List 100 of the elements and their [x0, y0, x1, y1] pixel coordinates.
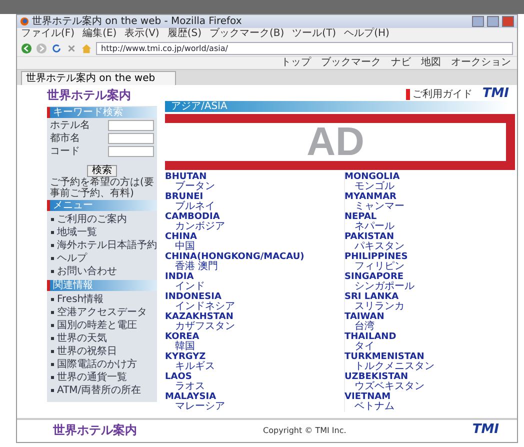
company-logo[interactable]: TMI [482, 87, 509, 101]
country-link[interactable]: TURKMENISTAN [344, 352, 424, 362]
site-logo[interactable]: 世界ホテル案内 [47, 87, 157, 103]
address-field[interactable]: http://www.tmi.co.jp/world/asia/ [96, 42, 513, 54]
bookmark-item[interactable]: トップ [281, 57, 311, 69]
country-link[interactable]: SRI LANKA [344, 292, 399, 302]
country-link[interactable]: UZBEKISTAN [344, 372, 408, 382]
country-link[interactable]: スリランカ [344, 302, 404, 312]
bullet-icon [51, 337, 54, 340]
country-link[interactable]: THAILAND [344, 332, 396, 342]
country-link[interactable]: INDONESIA [165, 292, 222, 302]
sidebar-link[interactable]: 海外ホテル日本語予約 [57, 239, 157, 252]
menu-item[interactable]: 表示(V) [124, 28, 160, 40]
menu-item[interactable]: 履歴(S) [167, 28, 202, 40]
country-link[interactable]: SINGAPORE [344, 272, 404, 282]
bullet-icon [51, 389, 54, 392]
menu-item[interactable]: ヘルプ(H) [344, 28, 390, 40]
country-link[interactable]: ミャンマー [344, 202, 404, 212]
country-link[interactable]: LAOS [165, 372, 192, 382]
sidebar-link[interactable]: 世界の天気 [57, 332, 107, 345]
country-link[interactable]: PHILIPPINES [344, 252, 408, 262]
sidebar-link[interactable]: 国際電話のかけ方 [57, 358, 137, 371]
copyright-text: Copyright © TMI Inc. [263, 426, 346, 434]
country-link[interactable]: タイ [344, 342, 374, 352]
bookmark-item[interactable]: ナビ [391, 57, 411, 69]
country-link[interactable]: 台湾 [344, 322, 374, 332]
country-link[interactable]: MONGOLIA [344, 172, 400, 182]
window-title: 世界ホテル案内 on the web - Mozilla Firefox [32, 16, 243, 28]
sidebar-link[interactable]: ヘルプ [57, 252, 87, 265]
home-icon[interactable] [81, 42, 92, 54]
country-link[interactable]: パキスタン [344, 242, 404, 252]
site-logo[interactable]: 世界ホテル案内 [53, 422, 137, 438]
stop-icon[interactable] [66, 42, 77, 54]
minimize-button[interactable] [472, 16, 484, 27]
forward-icon[interactable] [36, 42, 47, 54]
menu-item[interactable]: 編集(E) [82, 28, 117, 40]
text-field[interactable] [108, 120, 154, 131]
sidebar-link[interactable]: 地域一覧 [57, 226, 97, 239]
browser-tab[interactable]: 世界ホテル案内 on the web [21, 71, 176, 85]
search-button[interactable]: 検索 [87, 165, 117, 177]
country-link[interactable]: BRUNEI [165, 192, 204, 202]
sidebar-link[interactable]: 空港アクセスデータ [57, 306, 147, 319]
country-link[interactable]: フィリピン [344, 262, 404, 272]
company-logo[interactable]: TMI [472, 423, 499, 437]
country-link[interactable]: NEPAL [344, 212, 377, 222]
back-icon[interactable] [21, 42, 32, 54]
menu-item[interactable]: ブックマーク(B) [210, 28, 284, 40]
bookmark-item[interactable]: 地図 [421, 57, 441, 69]
country-link[interactable]: ウズベキスタン [344, 382, 424, 392]
country-link[interactable]: トルクメニスタン [344, 362, 434, 372]
country-link[interactable]: VIETNAM [344, 392, 391, 402]
country-link[interactable]: モンゴル [344, 182, 394, 192]
sidebar-link[interactable]: 国別の時差と電圧 [57, 319, 137, 332]
country-link[interactable]: KAZAKHSTAN [165, 312, 234, 322]
country-link[interactable]: KOREA [165, 332, 200, 342]
bullet-icon [51, 363, 54, 366]
country-link[interactable]: ベトナム [344, 402, 394, 412]
country-link[interactable]: カザフスタン [165, 322, 235, 332]
country-link[interactable]: TAIWAN [344, 312, 384, 322]
country-link[interactable]: インドネシア [165, 302, 235, 312]
bullet-icon [51, 311, 54, 314]
country-link[interactable]: インド [165, 282, 205, 292]
country-link[interactable]: BHUTAN [165, 172, 207, 182]
country-link[interactable]: 韓国 [165, 342, 195, 352]
country-link[interactable]: ブルネイ [165, 202, 215, 212]
bookmark-item[interactable]: ブックマーク [321, 57, 381, 69]
sidebar-link[interactable]: ATM/両替所の所在 [57, 384, 142, 397]
country-link[interactable]: シンガポール [344, 282, 414, 292]
reload-icon[interactable] [51, 42, 62, 54]
country-link[interactable]: KYRGYZ [165, 352, 206, 362]
maximize-button[interactable] [487, 16, 499, 27]
country-link[interactable]: ブータン [165, 182, 215, 192]
section-header: メニュー [47, 200, 157, 211]
country-link[interactable]: カンボジア [165, 222, 225, 232]
bookmark-item[interactable]: オークション [451, 57, 511, 69]
country-link[interactable]: CHINA [165, 232, 197, 242]
country-link[interactable]: PAKISTAN [344, 232, 394, 242]
text-field[interactable] [108, 133, 154, 144]
country-link[interactable]: 香港 澳門 [165, 262, 218, 272]
bullet-icon [51, 270, 54, 273]
sidebar-link[interactable]: ご利用のご案内 [57, 213, 127, 226]
country-link[interactable]: MYANMAR [344, 192, 396, 202]
country-link[interactable]: ネパール [344, 222, 394, 232]
sidebar-link[interactable]: お問い合わせ [57, 265, 117, 278]
country-link[interactable]: CAMBODIA [165, 212, 220, 222]
text-field[interactable] [108, 146, 154, 157]
sidebar-link[interactable]: Fresh情報 [57, 293, 104, 306]
menu-item[interactable]: ファイル(F) [21, 28, 75, 40]
country-link[interactable]: マレーシア [165, 402, 225, 412]
sidebar-link[interactable]: 世界の通貨一覧 [57, 371, 127, 384]
country-link[interactable]: CHINA(HONGKONG/MACAU) [165, 252, 304, 262]
sidebar-link[interactable]: 世界の祝祭日 [57, 345, 117, 358]
menu-item[interactable]: ツール(T) [292, 28, 336, 40]
section-header: 関連情報 [47, 280, 157, 291]
country-link[interactable]: キルギス [165, 362, 215, 372]
ad-banner: AD [165, 114, 515, 170]
country-link[interactable]: 中国 [165, 242, 195, 252]
country-link[interactable]: ラオス [165, 382, 205, 392]
country-link[interactable]: MALAYSIA [165, 392, 216, 402]
country-link[interactable]: INDIA [165, 272, 194, 282]
